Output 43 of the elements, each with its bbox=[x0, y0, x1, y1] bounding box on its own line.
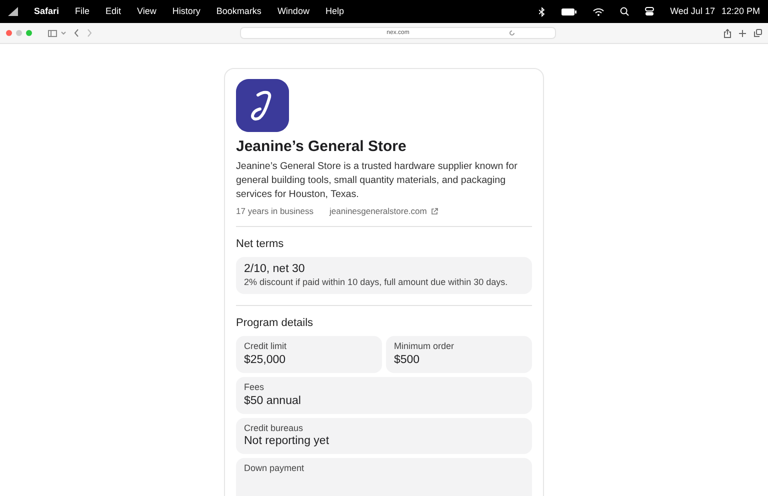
detail-label: Fees bbox=[244, 382, 266, 394]
app-menu[interactable]: Safari bbox=[26, 4, 68, 18]
detail-value: $500 bbox=[394, 353, 421, 368]
menu-item[interactable]: File bbox=[67, 4, 98, 18]
menu-item[interactable]: History bbox=[164, 4, 208, 18]
plus-icon[interactable] bbox=[739, 30, 746, 36]
menu-bar-date: Wed Jul 17 bbox=[670, 6, 715, 16]
control-center-icon[interactable] bbox=[645, 7, 654, 16]
menu-item[interactable]: Help bbox=[317, 4, 352, 18]
detail-label: Credit bureaus bbox=[244, 422, 304, 434]
reload-icon[interactable] bbox=[509, 30, 515, 36]
terms-detail: 2% discount if paid within 10 days, full amount due within 30 days. bbox=[244, 277, 509, 289]
detail-label: Down payment bbox=[244, 463, 306, 475]
detail-value: $25,000 bbox=[244, 353, 287, 368]
terms-title: 2/10, net 30 bbox=[244, 262, 306, 278]
years-in-business: 17 years in business bbox=[236, 205, 314, 218]
menu-item[interactable]: Edit bbox=[98, 4, 130, 18]
section-heading: Net terms bbox=[236, 236, 285, 252]
search-icon[interactable] bbox=[620, 7, 630, 16]
tabs-icon[interactable] bbox=[754, 29, 762, 37]
website-link[interactable]: jeaninesgeneralstore.com bbox=[330, 205, 438, 218]
share-icon[interactable] bbox=[724, 28, 731, 38]
detail-label: Minimum order bbox=[394, 341, 456, 354]
close-button[interactable] bbox=[6, 30, 12, 36]
menu-item[interactable]: Bookmarks bbox=[208, 4, 270, 18]
wifi-icon[interactable] bbox=[593, 8, 604, 16]
section-heading: Program details bbox=[236, 316, 314, 331]
store-logo bbox=[236, 79, 289, 132]
caret-icon[interactable] bbox=[61, 31, 66, 35]
menu-bar-clock: 12:20 PM bbox=[721, 6, 760, 16]
store-description: Jeanine’s General Store is a trusted hardware supplier known for general building tools, small quantity materials, and packaging services for Houston, Texas. bbox=[236, 160, 518, 202]
back-icon[interactable] bbox=[74, 29, 79, 37]
menu-item[interactable]: Window bbox=[269, 4, 318, 18]
detail-label: Credit limit bbox=[244, 341, 288, 354]
detail-value: $50 annual bbox=[244, 394, 302, 409]
signal-icon bbox=[8, 7, 18, 16]
battery-icon[interactable] bbox=[561, 8, 578, 16]
detail-value: Not reporting yet bbox=[244, 434, 330, 450]
bluetooth-icon[interactable] bbox=[539, 6, 546, 16]
sidebar-icon[interactable] bbox=[48, 30, 57, 36]
external-link-icon bbox=[430, 208, 438, 215]
menu-item[interactable]: View bbox=[129, 4, 164, 18]
store-name: Jeanine’s General Store bbox=[236, 138, 408, 156]
